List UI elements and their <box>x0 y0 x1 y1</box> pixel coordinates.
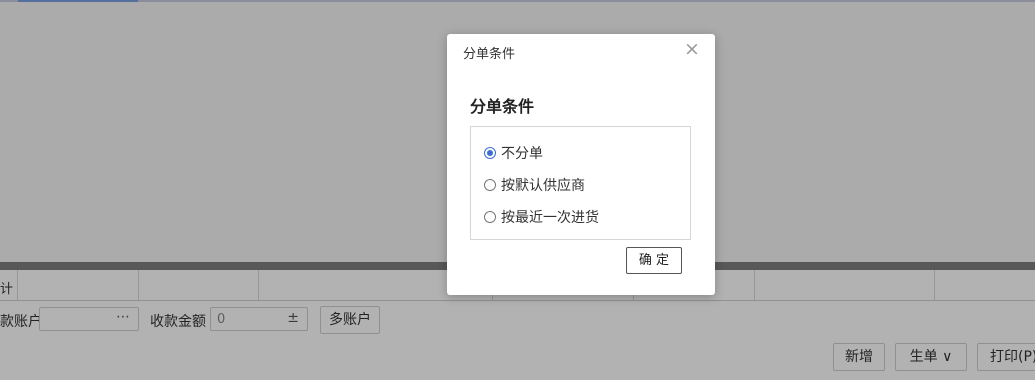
dialog-title: 分单条件 <box>463 47 516 62</box>
confirm-button[interactable]: 确 定 <box>626 247 682 274</box>
option-group: 不分单 按默认供应商 按最近一次进货 <box>470 126 691 240</box>
option-label: 按最近一次进货 <box>501 210 599 226</box>
radio-selected-icon[interactable] <box>484 147 496 159</box>
option-no-split[interactable]: 不分单 <box>484 143 543 163</box>
radio-icon[interactable] <box>484 179 496 191</box>
option-default-supplier[interactable]: 按默认供应商 <box>484 175 585 195</box>
dialog-heading: 分单条件 <box>470 97 535 116</box>
close-icon[interactable]: × <box>683 40 701 59</box>
option-label: 不分单 <box>501 146 543 162</box>
option-last-purchase[interactable]: 按最近一次进货 <box>484 207 599 227</box>
split-condition-dialog: 分单条件 × 分单条件 不分单 按默认供应商 按最近一次进货 确 定 <box>447 34 715 295</box>
radio-icon[interactable] <box>484 211 496 223</box>
option-label: 按默认供应商 <box>501 178 585 194</box>
